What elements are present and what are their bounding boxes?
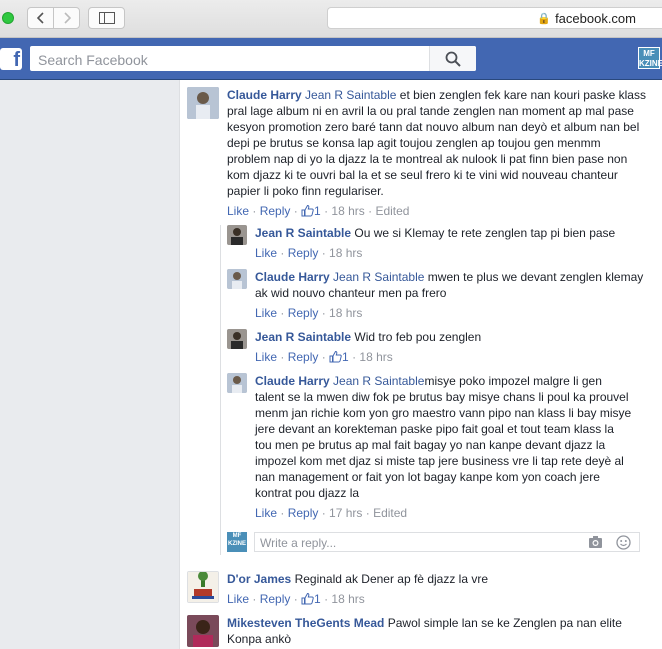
reply-author-link[interactable]: Jean R Saintable — [255, 330, 351, 344]
sidebar-toggle-button[interactable] — [88, 7, 125, 29]
edited-label[interactable]: Edited — [373, 506, 407, 520]
like-link[interactable]: Like — [255, 306, 277, 320]
comments-feed: Claude Harry Jean R Saintable et bien ze… — [181, 80, 662, 649]
like-link[interactable]: Like — [255, 246, 277, 260]
comment-author-link[interactable]: D'or James — [227, 572, 291, 586]
person-avatar-image — [227, 225, 247, 245]
reply-author-link[interactable]: Claude Harry — [255, 374, 330, 388]
comment-author-link[interactable]: Claude Harry — [227, 88, 302, 102]
reply-text: misye poko impozel malgre li gen talent … — [255, 374, 632, 500]
avatar[interactable] — [227, 329, 247, 349]
reply-text: Ou we si Klemay te rete zenglen tap pi b… — [354, 226, 616, 240]
reply-link[interactable]: Reply — [260, 592, 291, 606]
comment-body: Claude Harry Jean R Saintable et bien ze… — [227, 87, 647, 199]
reply-author-link[interactable]: Jean R Saintable — [255, 226, 351, 240]
comment-actions: Like · Reply · 1 · 18 hrs · Edited — [227, 203, 409, 219]
window-zoom-button[interactable] — [2, 12, 14, 24]
reply-actions: Like · Reply · 1 · 18 hrs — [255, 349, 393, 365]
camera-icon[interactable] — [588, 535, 603, 552]
like-count[interactable]: 1 — [314, 592, 321, 606]
person-avatar-image — [227, 373, 247, 393]
url-text: facebook.com — [555, 10, 636, 26]
reply-link[interactable]: Reply — [288, 246, 319, 260]
thumbs-up-icon — [329, 350, 342, 367]
comment-actions: Like · Reply · 1 · 18 hrs — [227, 591, 365, 607]
like-link[interactable]: Like — [227, 204, 249, 218]
reply-body: Jean R Saintable Wid tro feb pou zenglen — [255, 329, 645, 345]
back-button[interactable] — [27, 7, 54, 29]
reply-actions: Like · Reply · 17 hrs · Edited — [255, 506, 408, 520]
sidebar-icon — [98, 12, 115, 24]
emoji-icon[interactable] — [616, 535, 631, 553]
chevron-left-icon — [36, 12, 44, 24]
person-avatar-image — [187, 87, 219, 119]
comment-timestamp[interactable]: 18 hrs — [331, 204, 364, 218]
avatar[interactable] — [187, 571, 219, 603]
person-avatar-image — [227, 269, 247, 289]
avatar[interactable] — [187, 87, 219, 119]
reply-actions: Like · Reply · 18 hrs — [255, 306, 363, 320]
search-input[interactable] — [36, 49, 430, 70]
like-link[interactable]: Like — [255, 350, 277, 364]
search-box — [30, 46, 476, 71]
search-button[interactable] — [429, 46, 476, 71]
avatar[interactable] — [227, 373, 247, 393]
avatar[interactable] — [227, 269, 247, 289]
like-count[interactable]: 1 — [342, 350, 349, 364]
reply-text: Wid tro feb pou zenglen — [354, 330, 482, 344]
comment-author-link[interactable]: Mikesteven TheGents Mead — [227, 616, 384, 630]
reply-link[interactable]: Reply — [288, 306, 319, 320]
reply-link[interactable]: Reply — [260, 204, 291, 218]
tagged-user-link[interactable]: Jean R Saintable — [333, 270, 424, 284]
browser-toolbar: 🔒 facebook.com — [0, 0, 662, 38]
reply-body: Claude Harry Jean R Saintablemisye poko … — [255, 373, 633, 501]
reply-body: Claude Harry Jean R Saintable mwen te pl… — [255, 269, 645, 301]
reply-avatar: MF KZINE — [227, 532, 247, 552]
lock-icon: 🔒 — [537, 12, 552, 25]
like-link[interactable]: Like — [255, 506, 277, 520]
comment-text: et bien zenglen fek kare nan kouri paske… — [227, 88, 646, 198]
chevron-right-icon — [63, 12, 71, 24]
thumbs-up-icon — [301, 592, 314, 609]
page-avatar[interactable]: MF KZINE — [638, 47, 662, 69]
edited-label[interactable]: Edited — [375, 204, 409, 218]
comment-body: D'or James Reginald ak Dener ap fè djazz… — [227, 571, 647, 587]
reply-actions: Like · Reply · 18 hrs — [255, 246, 363, 260]
reply-timestamp[interactable]: 17 hrs — [329, 506, 362, 520]
facebook-logo[interactable]: f — [0, 48, 22, 70]
reply-input[interactable] — [260, 535, 580, 550]
reply-author-link[interactable]: Claude Harry — [255, 270, 330, 284]
reply-timestamp[interactable]: 18 hrs — [329, 246, 362, 260]
search-icon — [445, 51, 461, 67]
like-count[interactable]: 1 — [314, 204, 321, 218]
like-link[interactable]: Like — [227, 592, 249, 606]
reply-body: Jean R Saintable Ou we si Klemay te rete… — [255, 225, 645, 241]
reply-link[interactable]: Reply — [288, 506, 319, 520]
tagged-user-link[interactable]: Jean R Saintable — [305, 88, 396, 102]
left-column — [0, 80, 180, 649]
forward-button[interactable] — [53, 7, 80, 29]
facebook-header: f MF KZINE — [0, 38, 662, 80]
avatar[interactable] — [187, 615, 219, 647]
reply-timestamp[interactable]: 18 hrs — [359, 350, 392, 364]
reply-timestamp[interactable]: 18 hrs — [329, 306, 362, 320]
reply-link[interactable]: Reply — [288, 350, 319, 364]
person-avatar-image — [227, 329, 247, 349]
reply-composer — [254, 532, 640, 552]
tagged-user-link[interactable]: Jean R Saintable — [333, 374, 424, 388]
reply-thread-line — [220, 225, 221, 555]
comment-text: Reginald ak Dener ap fè djazz la vre — [294, 572, 489, 586]
thumbs-up-icon — [301, 204, 314, 221]
comment-timestamp[interactable]: 18 hrs — [331, 592, 364, 606]
person-avatar-image — [187, 615, 219, 647]
haiti-coat-of-arms-avatar — [188, 572, 218, 602]
avatar[interactable] — [227, 225, 247, 245]
comment-body: Mikesteven TheGents Mead Pawol simple la… — [227, 615, 647, 647]
address-bar[interactable]: 🔒 facebook.com — [327, 7, 662, 29]
